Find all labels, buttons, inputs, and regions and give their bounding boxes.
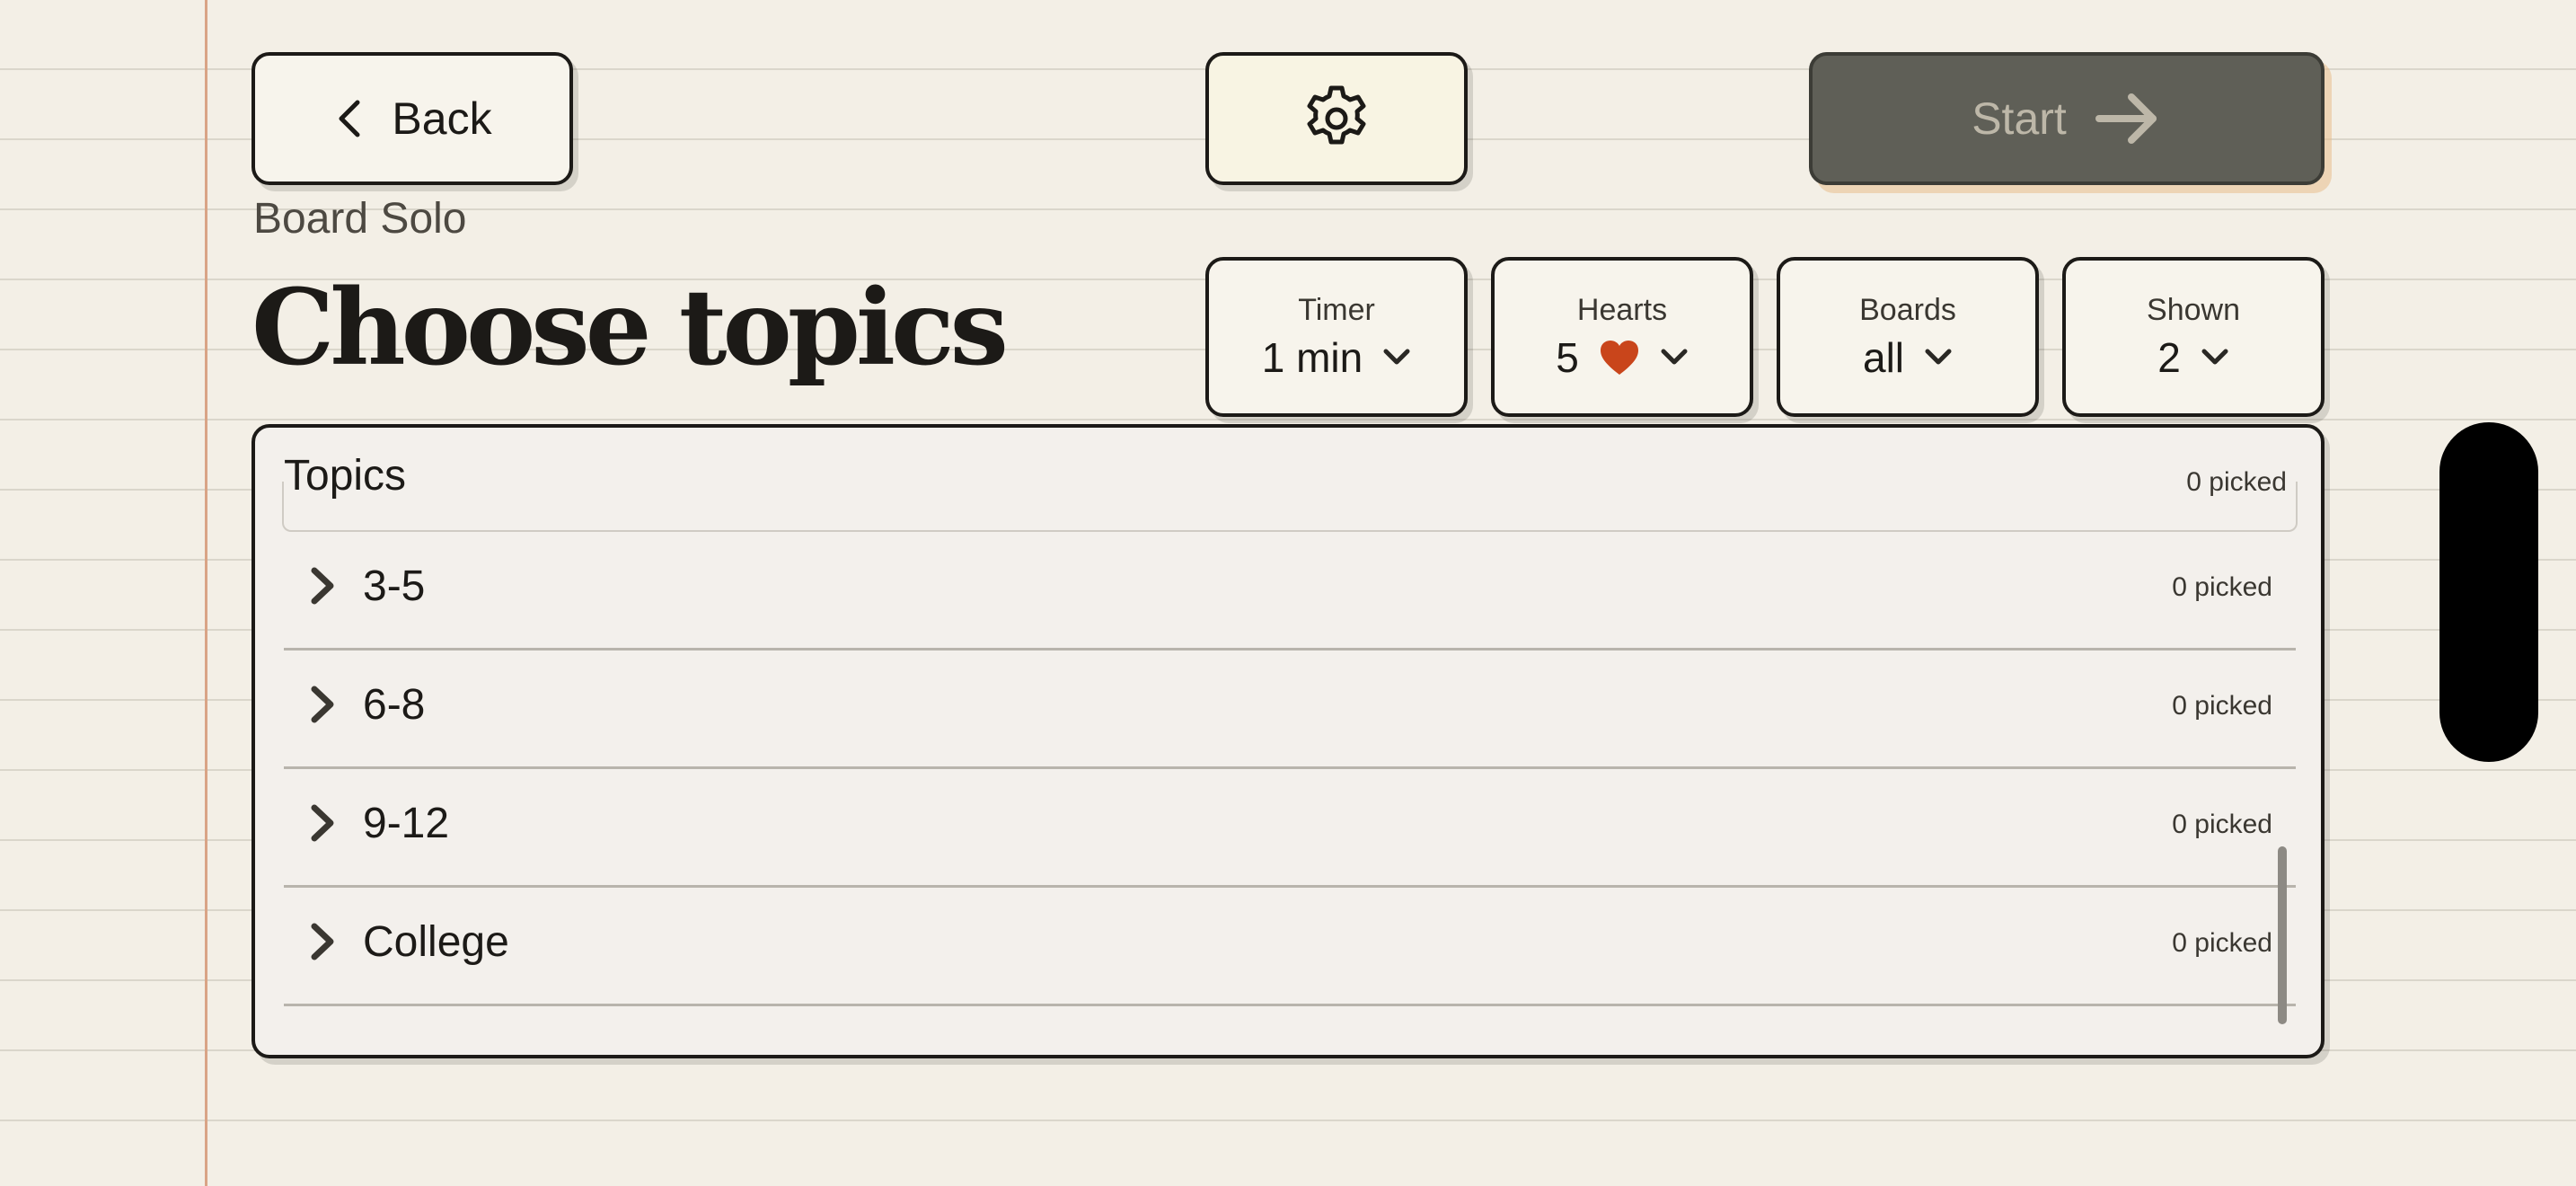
page-title: Choose topics [251,267,1009,389]
notebook-margin-line [205,0,207,1186]
topics-panel-title: Topics [284,452,407,500]
back-button[interactable]: Back [251,52,573,185]
start-button-label: Start [1972,93,2067,144]
hearts-picker[interactable]: Hearts 5 [1491,257,1753,417]
chevron-right-icon [311,804,334,842]
topic-row-count: 0 picked [2172,691,2272,721]
topic-row-3-5[interactable]: 3-5 0 picked [284,531,2296,651]
topic-row-label: 3-5 [363,562,426,610]
timer-picker-value: 1 min [1261,333,1363,381]
topic-row-count: 0 picked [2172,810,2272,839]
boards-picker[interactable]: Boards all [1777,257,2039,417]
topic-row-count: 0 picked [2172,572,2272,602]
arrow-right-icon [2095,93,2157,144]
timer-picker-label: Timer [1298,292,1375,327]
back-button-label: Back [392,93,492,144]
topic-row-6-8[interactable]: 6-8 0 picked [284,650,2296,769]
start-button[interactable]: Start [1809,52,2325,185]
topic-row-label: 9-12 [363,800,450,847]
boards-picker-label: Boards [1859,292,1956,327]
boards-picker-value: all [1862,333,1905,381]
shown-picker-value: 2 [2157,333,2181,381]
shown-picker[interactable]: Shown 2 [2062,257,2325,417]
topic-row-9-12[interactable]: 9-12 0 picked [284,768,2296,888]
topic-row-college[interactable]: College 0 picked [284,887,2296,1006]
chevron-down-icon [2201,349,2228,364]
hearts-picker-label: Hearts [1576,292,1668,327]
timer-picker[interactable]: Timer 1 min [1205,257,1468,417]
chevron-right-icon [311,686,334,723]
chevron-left-icon [339,100,360,137]
topic-row-label: College [363,918,509,966]
chevron-right-icon [311,567,334,605]
topic-row-label: 6-8 [363,681,426,729]
topics-panel[interactable]: Topics 0 picked 3-5 0 picked 6-8 0 picke… [251,424,2325,1058]
heart-icon [1600,340,1638,375]
clipped-topic-row [282,482,2298,532]
chevron-down-icon [1925,349,1952,364]
shown-picker-label: Shown [2147,292,2240,327]
topic-row-count: 0 picked [2172,928,2272,958]
topics-scrollbar-thumb[interactable] [2278,846,2287,1024]
chevron-down-icon [1383,349,1410,364]
gear-icon [1307,85,1366,145]
chevron-down-icon [1661,349,1688,364]
side-handle [2439,422,2538,762]
hearts-picker-value: 5 [1556,333,1579,381]
settings-button[interactable] [1205,52,1468,185]
chevron-right-icon [311,923,334,960]
topics-panel-count: 0 picked [2186,467,2287,497]
mode-label: Board Solo [253,195,467,243]
